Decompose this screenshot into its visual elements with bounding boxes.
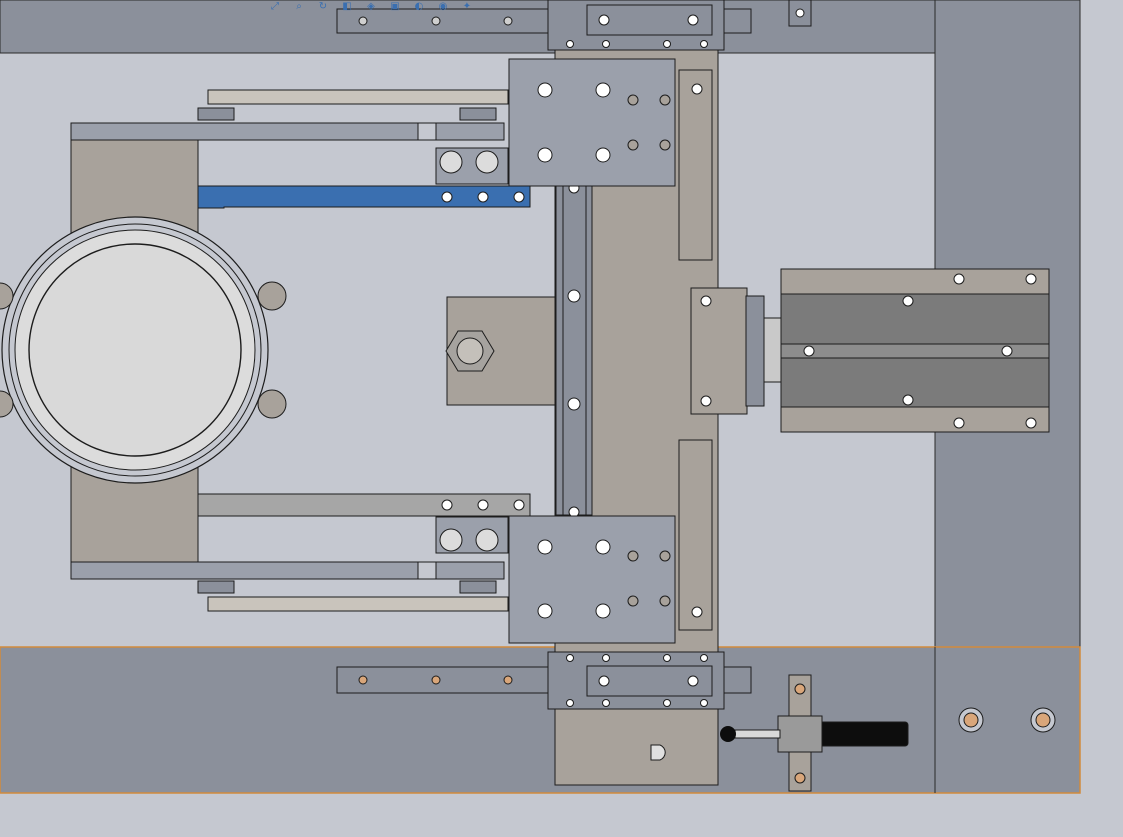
cad-viewport[interactable]: ⤢ ⌕ ↻ ◧ ◈ ▣ ◐ ◉ ✦ bbox=[0, 0, 1123, 833]
bracket-bolt-bottom bbox=[794, 772, 806, 784]
upper-strip-bolt bbox=[691, 83, 703, 95]
lower-mount-hole-b bbox=[475, 528, 499, 552]
zoom-area-icon[interactable]: ⌕ bbox=[292, 0, 306, 12]
shock-absorber-tip bbox=[720, 726, 736, 742]
upper-arm-joint bbox=[417, 122, 437, 141]
shock-absorber-nut bbox=[777, 715, 823, 753]
lower-rod-bracket-right bbox=[459, 580, 497, 594]
lower-arm-joint bbox=[417, 561, 437, 580]
lower-slider-plate[interactable] bbox=[508, 515, 676, 644]
scene-icon[interactable]: ✦ bbox=[460, 0, 474, 12]
upper-guide-rod[interactable] bbox=[207, 89, 509, 105]
hide-show-icon[interactable]: ◐ bbox=[412, 0, 426, 12]
upper-rod-bracket-left bbox=[197, 107, 235, 121]
shock-absorber-body[interactable] bbox=[819, 721, 909, 747]
mount-bolt-bottom bbox=[700, 395, 712, 407]
mount-bolt-top bbox=[700, 295, 712, 307]
upper-mount-hole-a bbox=[439, 150, 463, 174]
cylinder-flange bbox=[745, 295, 765, 407]
rotate-view-icon[interactable]: ↻ bbox=[316, 0, 330, 12]
heads-up-view-toolbar: ⤢ ⌕ ↻ ◧ ◈ ▣ ◐ ◉ ✦ bbox=[268, 0, 474, 12]
lower-rod-bracket-left bbox=[197, 580, 235, 594]
lower-strip-bolt bbox=[691, 606, 703, 618]
edit-appearance-icon[interactable]: ◉ bbox=[436, 0, 450, 12]
upper-wear-strip bbox=[678, 69, 713, 261]
hex-nut-bore bbox=[456, 337, 484, 365]
bottom-carriage-marker bbox=[650, 744, 666, 761]
upper-rod-bracket-right bbox=[459, 107, 497, 121]
zoom-to-fit-icon[interactable]: ⤢ bbox=[268, 0, 282, 12]
top-stop-bolt bbox=[795, 8, 805, 18]
lower-mount-hole-a bbox=[439, 528, 463, 552]
upper-mount-hole-b bbox=[475, 150, 499, 174]
upper-arm-bar[interactable] bbox=[70, 122, 505, 141]
bracket-bolt-top bbox=[794, 683, 806, 695]
display-style-icon[interactable]: ▣ bbox=[388, 0, 402, 12]
view-orientation-icon[interactable]: ◈ bbox=[364, 0, 378, 12]
cylinder-mount-plate[interactable] bbox=[690, 287, 748, 415]
assembly-drawing[interactable] bbox=[0, 0, 1123, 833]
upper-gripper-finger[interactable] bbox=[150, 185, 531, 209]
upper-slider-plate[interactable] bbox=[508, 58, 676, 187]
section-view-icon[interactable]: ◧ bbox=[340, 0, 354, 12]
lower-arm-bar[interactable] bbox=[70, 561, 505, 580]
lower-wear-strip bbox=[678, 439, 713, 631]
workpiece-bore bbox=[28, 243, 242, 457]
lower-guide-rod[interactable] bbox=[207, 596, 509, 612]
linear-rail[interactable] bbox=[555, 184, 593, 516]
shock-absorber-rod bbox=[734, 729, 781, 739]
lower-gripper-finger[interactable] bbox=[150, 493, 531, 517]
